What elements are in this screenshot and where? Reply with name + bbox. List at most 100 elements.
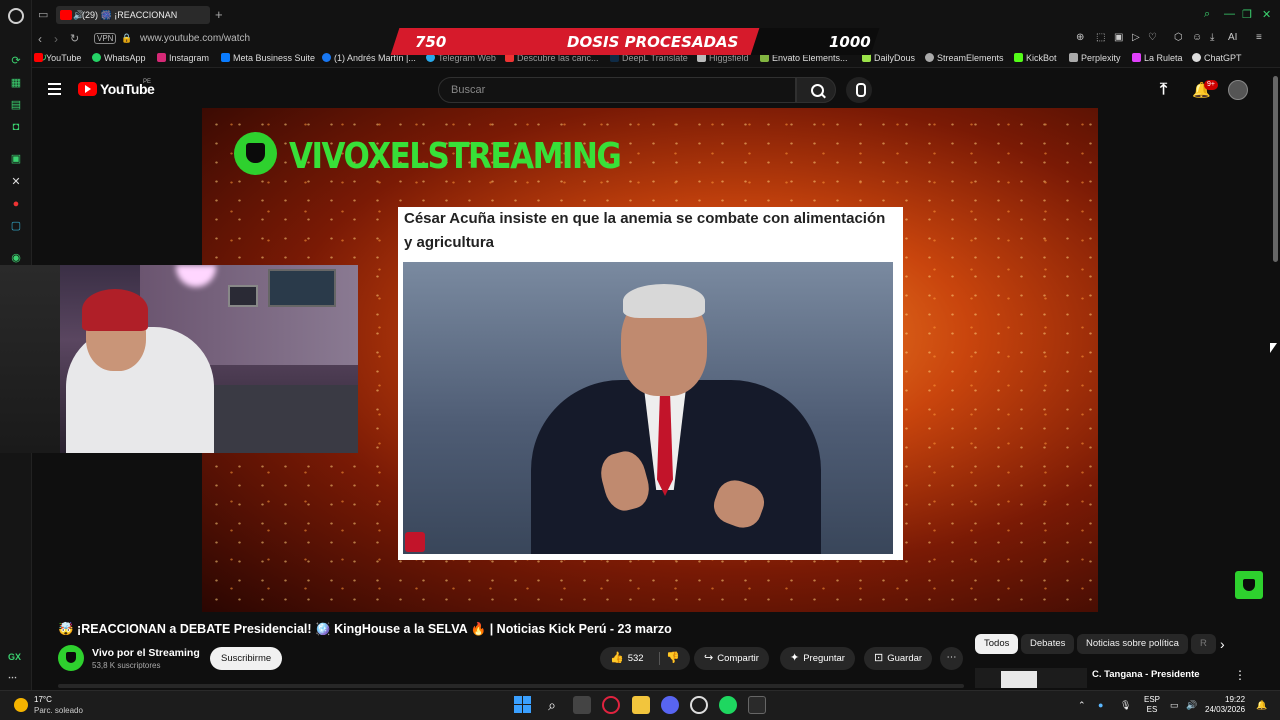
forward-button[interactable]: ›	[54, 32, 58, 46]
volume-icon[interactable]: 🔊	[1186, 700, 1197, 711]
tab-menu-icon[interactable]: ▭	[38, 8, 48, 21]
notification-center-icon[interactable]: 🔔	[1256, 700, 1267, 711]
extensions-icon[interactable]: ⬡	[1174, 32, 1183, 43]
network-icon[interactable]: ▭	[1170, 700, 1179, 711]
video-popout-icon[interactable]: ▷	[1132, 32, 1140, 43]
chip-todos[interactable]: Todos	[975, 634, 1019, 654]
chip-debates[interactable]: Debates	[1021, 634, 1075, 654]
save-button[interactable]: ⊡ Guardar	[864, 647, 933, 670]
bookmark-label: KickBot	[1026, 53, 1057, 63]
lock-icon[interactable]: 🔒	[121, 33, 132, 44]
youtube-sidebar-icon[interactable]: ●	[9, 197, 23, 211]
upload-icon[interactable]: ⤒	[1160, 81, 1167, 99]
bookmark-stream-elements[interactable]: StreamElements	[925, 53, 1004, 63]
opera-gx-taskbar-icon[interactable]	[602, 696, 620, 714]
brand-logo-icon	[234, 132, 277, 175]
bookmark-la-ruleta[interactable]: La Ruleta	[1132, 53, 1183, 63]
voice-search-button[interactable]	[846, 77, 872, 103]
language-indicator[interactable]: ESP ES	[1144, 695, 1160, 715]
subscribe-button[interactable]: Suscribirme	[210, 647, 283, 670]
recommendation-menu-icon[interactable]: ⋮	[1234, 668, 1246, 682]
bookmark-kickbot[interactable]: KickBot	[1014, 53, 1057, 63]
banner-left-number: 750	[415, 33, 447, 51]
weather-icon[interactable]	[14, 698, 28, 712]
tab-youtube[interactable]: 🔊 (29) 🎆 ¡REACCIONAN	[56, 6, 210, 24]
bookmark-perplexity[interactable]: Perplexity	[1069, 53, 1121, 63]
recommendation-thumbnail[interactable]	[975, 668, 1087, 688]
twitch-icon[interactable]: ▣	[9, 152, 23, 166]
bookmark-label: StreamElements	[937, 53, 1004, 63]
file-explorer-icon[interactable]	[632, 696, 650, 714]
player-icon[interactable]: ◉	[9, 251, 23, 265]
gx-corner-label[interactable]: GX	[8, 652, 21, 662]
easy-setup-icon[interactable]: ≡	[1256, 32, 1262, 43]
speaker-icon[interactable]: 🔊	[73, 6, 84, 24]
webcam-shelf	[0, 265, 60, 453]
chevron-right-icon[interactable]: ›	[1220, 636, 1225, 652]
box-icon[interactable]: ▣	[1114, 32, 1123, 43]
bookmark-youtube[interactable]: YouTube	[34, 53, 81, 63]
gx-control-icon[interactable]: ▦	[9, 76, 23, 90]
profile-icon[interactable]: ☺	[1192, 32, 1202, 43]
close-window-button[interactable]: ✕	[1262, 8, 1271, 21]
brand-text: VIVOXELSTREAMING	[289, 136, 622, 178]
x-twitter-icon[interactable]: ✕	[9, 175, 23, 189]
start-button[interactable]	[514, 696, 532, 714]
discord-icon[interactable]	[661, 696, 679, 714]
bookmark-whatsapp[interactable]: WhatsApp	[92, 53, 146, 63]
chip-partial[interactable]: R	[1191, 634, 1216, 654]
reload-button[interactable]: ↻	[70, 32, 79, 45]
app-sidebar-icon[interactable]: ▢	[9, 219, 23, 233]
more-actions-button[interactable]: ⋯	[940, 647, 963, 670]
menu-icon[interactable]	[48, 83, 61, 95]
vpn-badge[interactable]: VPN	[94, 33, 117, 44]
taskbar-search-icon[interactable]: ⌕	[543, 696, 561, 714]
new-tab-button[interactable]: +	[215, 7, 223, 22]
microphone-icon[interactable]: 🎙	[1120, 700, 1131, 711]
share-button[interactable]: ↪ Compartir	[694, 647, 769, 670]
channel-avatar[interactable]	[58, 645, 84, 671]
gx-cleaner-icon[interactable]: ▤	[9, 98, 23, 112]
task-view-icon[interactable]	[573, 696, 591, 714]
opera-gx-logo-icon[interactable]	[8, 8, 24, 24]
epic-games-icon[interactable]	[748, 696, 766, 714]
more-options-icon[interactable]: ⋯	[8, 672, 17, 683]
tray-app-icon[interactable]: ●	[1098, 700, 1103, 710]
search-button[interactable]	[796, 77, 836, 103]
messenger-icon[interactable]: ◘	[9, 120, 23, 134]
account-avatar[interactable]	[1228, 80, 1248, 100]
search-input[interactable]: Buscar	[438, 77, 796, 103]
bookmark-meta[interactable]: Meta Business Suite	[221, 53, 315, 63]
recommendation-title[interactable]: C. Tangana - Presidente	[1092, 669, 1200, 680]
search-tabs-icon[interactable]: ⌕	[1204, 8, 1210, 21]
clock-date: 24/03/2026	[1205, 705, 1246, 714]
heart-icon[interactable]: ♡	[1148, 32, 1157, 43]
ai-icon[interactable]: AI	[1228, 32, 1237, 43]
like-dislike-group: 👍 532 👎	[600, 647, 690, 670]
like-button[interactable]: 👍 532	[610, 647, 644, 670]
pin-icon[interactable]: ⊕	[1076, 32, 1084, 43]
weather-temperature[interactable]: 17°C	[34, 695, 52, 704]
snapshot-icon[interactable]: ⬚	[1096, 32, 1105, 43]
download-icon[interactable]: ⤓	[1210, 32, 1214, 43]
history-icon[interactable]: ⟳	[9, 54, 23, 68]
chip-noticias-politica[interactable]: Noticias sobre política	[1077, 634, 1188, 654]
start-tile	[514, 705, 522, 713]
thumbs-up-icon: 👍	[610, 652, 624, 664]
minimize-button[interactable]: —	[1224, 8, 1235, 20]
bookmark-instagram[interactable]: Instagram	[157, 53, 209, 63]
maximize-button[interactable]: ❐	[1242, 8, 1252, 21]
channel-name[interactable]: Vivo por el Streaming	[92, 647, 200, 659]
url-field[interactable]: www.youtube.com/watch	[140, 33, 250, 44]
weather-description[interactable]: Parc. soleado	[34, 706, 83, 715]
dislike-button[interactable]: 👎	[666, 647, 684, 670]
show-hidden-icons[interactable]: ⌃	[1078, 700, 1086, 711]
bookmark-chatgpt[interactable]: ChatGPT	[1192, 53, 1242, 63]
page-scrollbar-thumb[interactable]	[1273, 76, 1278, 262]
spotify-icon[interactable]	[719, 696, 737, 714]
app-taskbar-icon[interactable]	[690, 696, 708, 714]
youtube-logo-icon[interactable]	[78, 82, 97, 96]
system-clock[interactable]: 19:22 24/03/2026	[1205, 695, 1245, 715]
back-button[interactable]: ‹	[38, 32, 42, 46]
ask-button[interactable]: ✦ Preguntar	[780, 647, 855, 670]
